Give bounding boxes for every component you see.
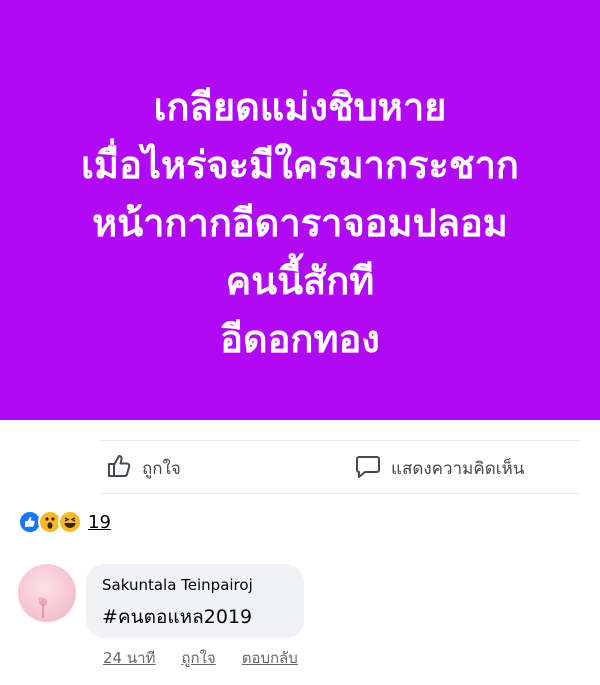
reaction-count[interactable]: 19 bbox=[88, 512, 111, 533]
post-action-bar: ถูกใจ แสดงความคิดเห็น bbox=[100, 440, 580, 494]
post-text-banner: เกลียดแม่งชิบหาย เมื่อไหร่จะมีใครมากระชา… bbox=[0, 0, 600, 420]
post-text-line: หน้ากากอีดาราจอมปลอม bbox=[92, 201, 508, 245]
comment-label: แสดงความคิดเห็น bbox=[391, 458, 525, 479]
comment-author[interactable]: Sakuntala Teinpairoj bbox=[102, 576, 288, 594]
comment-meta: 24 นาที ถูกใจ ตอบกลับ bbox=[103, 646, 298, 670]
comment-bubble: Sakuntala Teinpairoj #คนตอแหล2019 bbox=[86, 564, 304, 638]
post-text-line: อีดอกทอง bbox=[220, 317, 380, 361]
like-button[interactable]: ถูกใจ bbox=[106, 453, 181, 483]
comment-time[interactable]: 24 นาที bbox=[103, 646, 155, 670]
post-text-line: เมื่อไหร่จะมีใครมากระชาก bbox=[81, 143, 519, 187]
comment-reply-link[interactable]: ตอบกลับ bbox=[242, 646, 298, 670]
haha-reaction-icon bbox=[58, 510, 82, 534]
like-label: ถูกใจ bbox=[142, 458, 181, 479]
reactions-summary[interactable]: 19 bbox=[18, 510, 111, 534]
avatar[interactable] bbox=[18, 564, 76, 622]
comment-bubble-icon bbox=[355, 453, 381, 483]
post-text-line: เกลียดแม่งชิบหาย bbox=[153, 85, 447, 129]
post-text-line: คนนี้สักที bbox=[225, 259, 375, 303]
comment-text[interactable]: #คนตอแหล2019 bbox=[102, 602, 288, 632]
thumbs-up-icon bbox=[106, 453, 132, 483]
comment-button[interactable]: แสดงความคิดเห็น bbox=[355, 453, 524, 483]
comment-like-link[interactable]: ถูกใจ bbox=[181, 646, 215, 670]
